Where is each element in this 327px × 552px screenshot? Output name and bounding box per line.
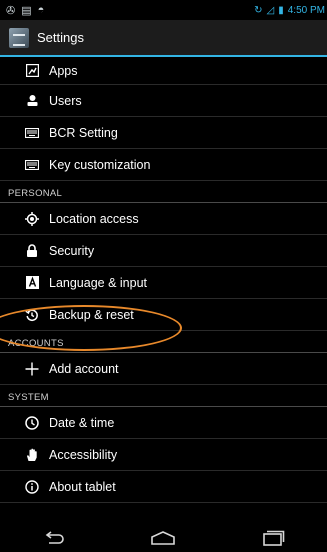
home-button[interactable] (150, 531, 176, 545)
keyboard-icon (25, 158, 39, 172)
settings-item-backup-reset[interactable]: Backup & reset (0, 299, 327, 331)
recent-apps-button[interactable] (261, 530, 285, 546)
settings-item-label: Language & input (49, 275, 148, 290)
usb-icon: ✇ (6, 4, 16, 17)
home-icon (151, 531, 176, 545)
clock-icon (25, 415, 39, 430)
settings-item-label: Location access (49, 211, 139, 226)
section-header-personal: PERSONAL (0, 181, 327, 203)
location-icon (25, 211, 39, 226)
status-bar: ✇ ▤ ◓ ↻ ◿ ▮ 4:50 PM (0, 0, 327, 20)
backup-icon (25, 308, 39, 322)
settings-item-accessibility[interactable]: Accessibility (0, 439, 327, 471)
settings-item-label: Users (49, 93, 82, 108)
recent-apps-icon (263, 530, 285, 546)
navigation-bar (0, 524, 327, 552)
settings-list: Apps Users BCR Setting Key customization… (0, 57, 327, 503)
action-bar: Settings (0, 20, 327, 57)
sync-icon: ↻ (254, 4, 263, 16)
settings-item-label: Backup & reset (49, 307, 134, 322)
settings-item-label: Apps (49, 63, 78, 78)
settings-app-icon[interactable] (9, 27, 29, 48)
section-header-system: SYSTEM (0, 385, 327, 407)
settings-item-add-account[interactable]: Add account (0, 353, 327, 385)
section-header-accounts: ACCOUNTS (0, 331, 327, 353)
lock-icon (25, 243, 39, 258)
settings-item-language-input[interactable]: Language & input (0, 267, 327, 299)
hand-icon (25, 448, 39, 462)
settings-item-date-time[interactable]: Date & time (0, 407, 327, 439)
battery-icon: ▮ (278, 4, 284, 16)
page-title: Settings (37, 30, 84, 45)
sd-card-icon: ▤ (21, 4, 32, 17)
system-icons: ↻ ◿ ▮ 4:50 PM (254, 5, 327, 16)
android-icon: ◓ (37, 3, 45, 16)
back-icon (45, 531, 64, 544)
info-icon (25, 479, 39, 494)
notification-icons: ✇ ▤ ◓ (0, 4, 44, 17)
settings-item-label: About tablet (49, 479, 116, 494)
settings-item-key-customization[interactable]: Key customization (0, 149, 327, 181)
users-icon (25, 94, 39, 108)
settings-item-label: Key customization (49, 157, 151, 172)
settings-item-users[interactable]: Users (0, 85, 327, 117)
plus-icon (25, 362, 39, 376)
settings-item-label: Date & time (49, 415, 115, 430)
settings-item-label: Security (49, 243, 95, 258)
settings-item-about-tablet[interactable]: About tablet (0, 471, 327, 503)
apps-icon (25, 64, 39, 78)
settings-item-location-access[interactable]: Location access (0, 203, 327, 235)
keyboard-icon (25, 126, 39, 140)
settings-item-apps[interactable]: Apps (0, 57, 327, 85)
language-icon (25, 276, 39, 290)
back-button[interactable] (42, 531, 66, 545)
signal-icon: ◿ (266, 4, 275, 16)
clock-time: 4:50 PM (287, 4, 325, 16)
settings-item-label: Add account (49, 361, 119, 376)
settings-item-label: Accessibility (49, 447, 118, 462)
settings-item-label: BCR Setting (49, 125, 118, 140)
settings-item-bcr-setting[interactable]: BCR Setting (0, 117, 327, 149)
settings-item-security[interactable]: Security (0, 235, 327, 267)
